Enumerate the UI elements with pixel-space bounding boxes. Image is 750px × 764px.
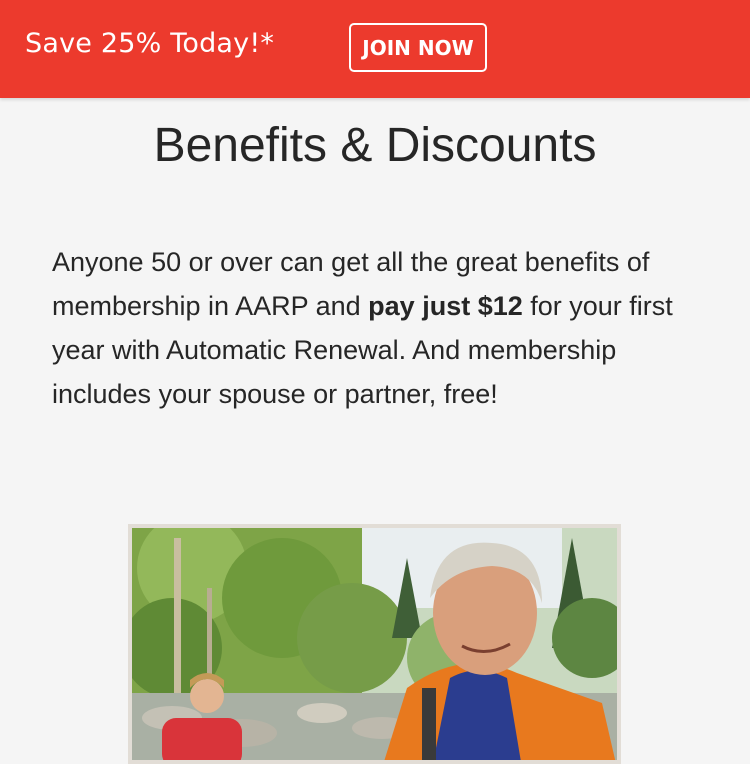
- page-title: Benefits & Discounts: [153, 119, 597, 172]
- intro-paragraph: Anyone 50 or over can get all the great …: [52, 240, 702, 416]
- hikers-illustration: [132, 528, 617, 760]
- intro-highlight-price: pay just $12: [368, 291, 523, 321]
- promo-text: Save 25% Today!*: [25, 28, 275, 59]
- hikers-photo: [128, 524, 621, 764]
- join-now-button[interactable]: JOIN NOW: [349, 23, 487, 72]
- promo-banner: Save 25% Today!* JOIN NOW: [0, 0, 750, 98]
